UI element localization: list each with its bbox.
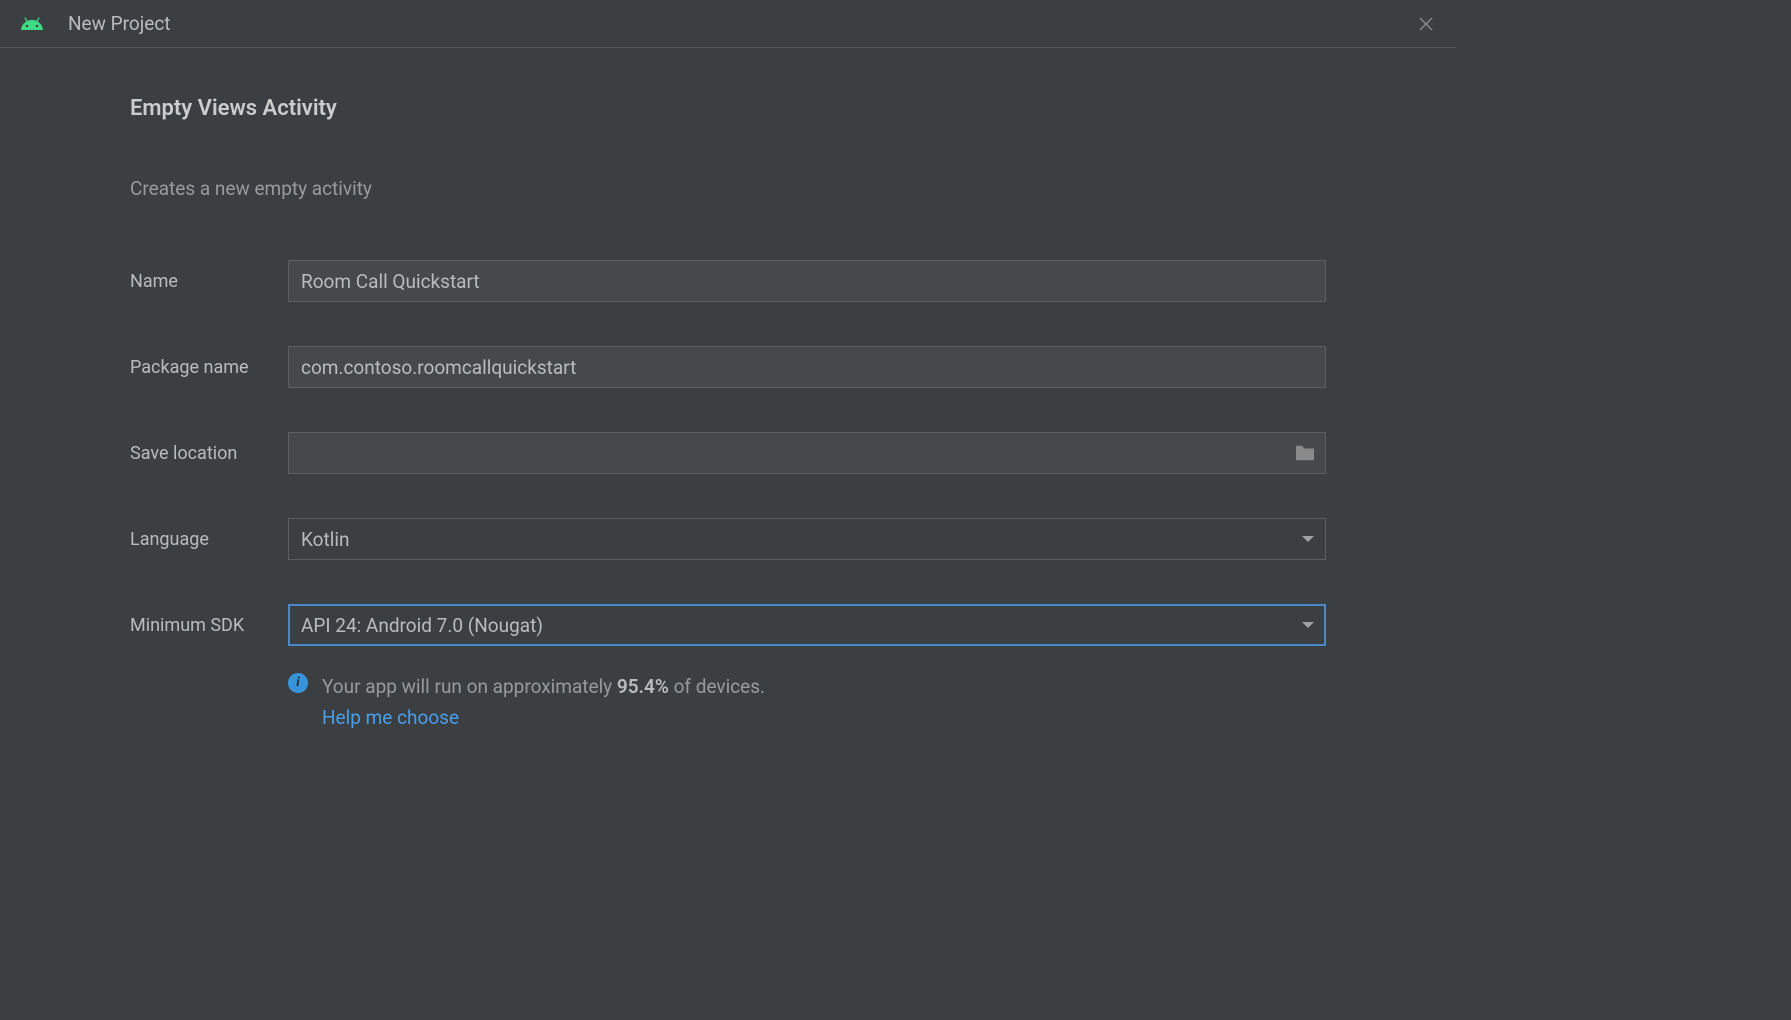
minsdk-select[interactable]: API 24: Android 7.0 (Nougat) [288, 604, 1326, 646]
form-row-name: Name [130, 260, 1326, 302]
minsdk-select-value: API 24: Android 7.0 (Nougat) [301, 614, 543, 637]
language-select[interactable]: Kotlin [288, 518, 1326, 560]
info-row: i Your app will run on approximately 95.… [288, 670, 1326, 729]
info-icon: i [288, 673, 308, 693]
android-icon [20, 12, 44, 36]
savelocation-input[interactable] [288, 432, 1326, 474]
language-select-value: Kotlin [301, 528, 349, 551]
page-subtitle: Creates a new empty activity [130, 177, 1326, 200]
package-input[interactable] [288, 346, 1326, 388]
help-me-choose-link[interactable]: Help me choose [322, 706, 459, 729]
language-label: Language [130, 529, 288, 550]
close-icon[interactable] [1412, 10, 1440, 38]
package-label: Package name [130, 357, 288, 378]
form-row-minsdk: Minimum SDK API 24: Android 7.0 (Nougat) [130, 604, 1326, 646]
form-row-package: Package name [130, 346, 1326, 388]
window-title: New Project [68, 12, 1412, 35]
folder-icon[interactable] [1294, 444, 1316, 462]
name-label: Name [130, 271, 288, 292]
page-title: Empty Views Activity [130, 96, 1326, 121]
device-coverage-text: Your app will run on approximately 95.4%… [322, 670, 765, 704]
content-area: Empty Views Activity Creates a new empty… [0, 48, 1456, 729]
form-row-language: Language Kotlin [130, 518, 1326, 560]
titlebar: New Project [0, 0, 1456, 48]
form-row-savelocation: Save location [130, 432, 1326, 474]
name-input[interactable] [288, 260, 1326, 302]
savelocation-label: Save location [130, 443, 288, 464]
minsdk-label: Minimum SDK [130, 615, 288, 636]
